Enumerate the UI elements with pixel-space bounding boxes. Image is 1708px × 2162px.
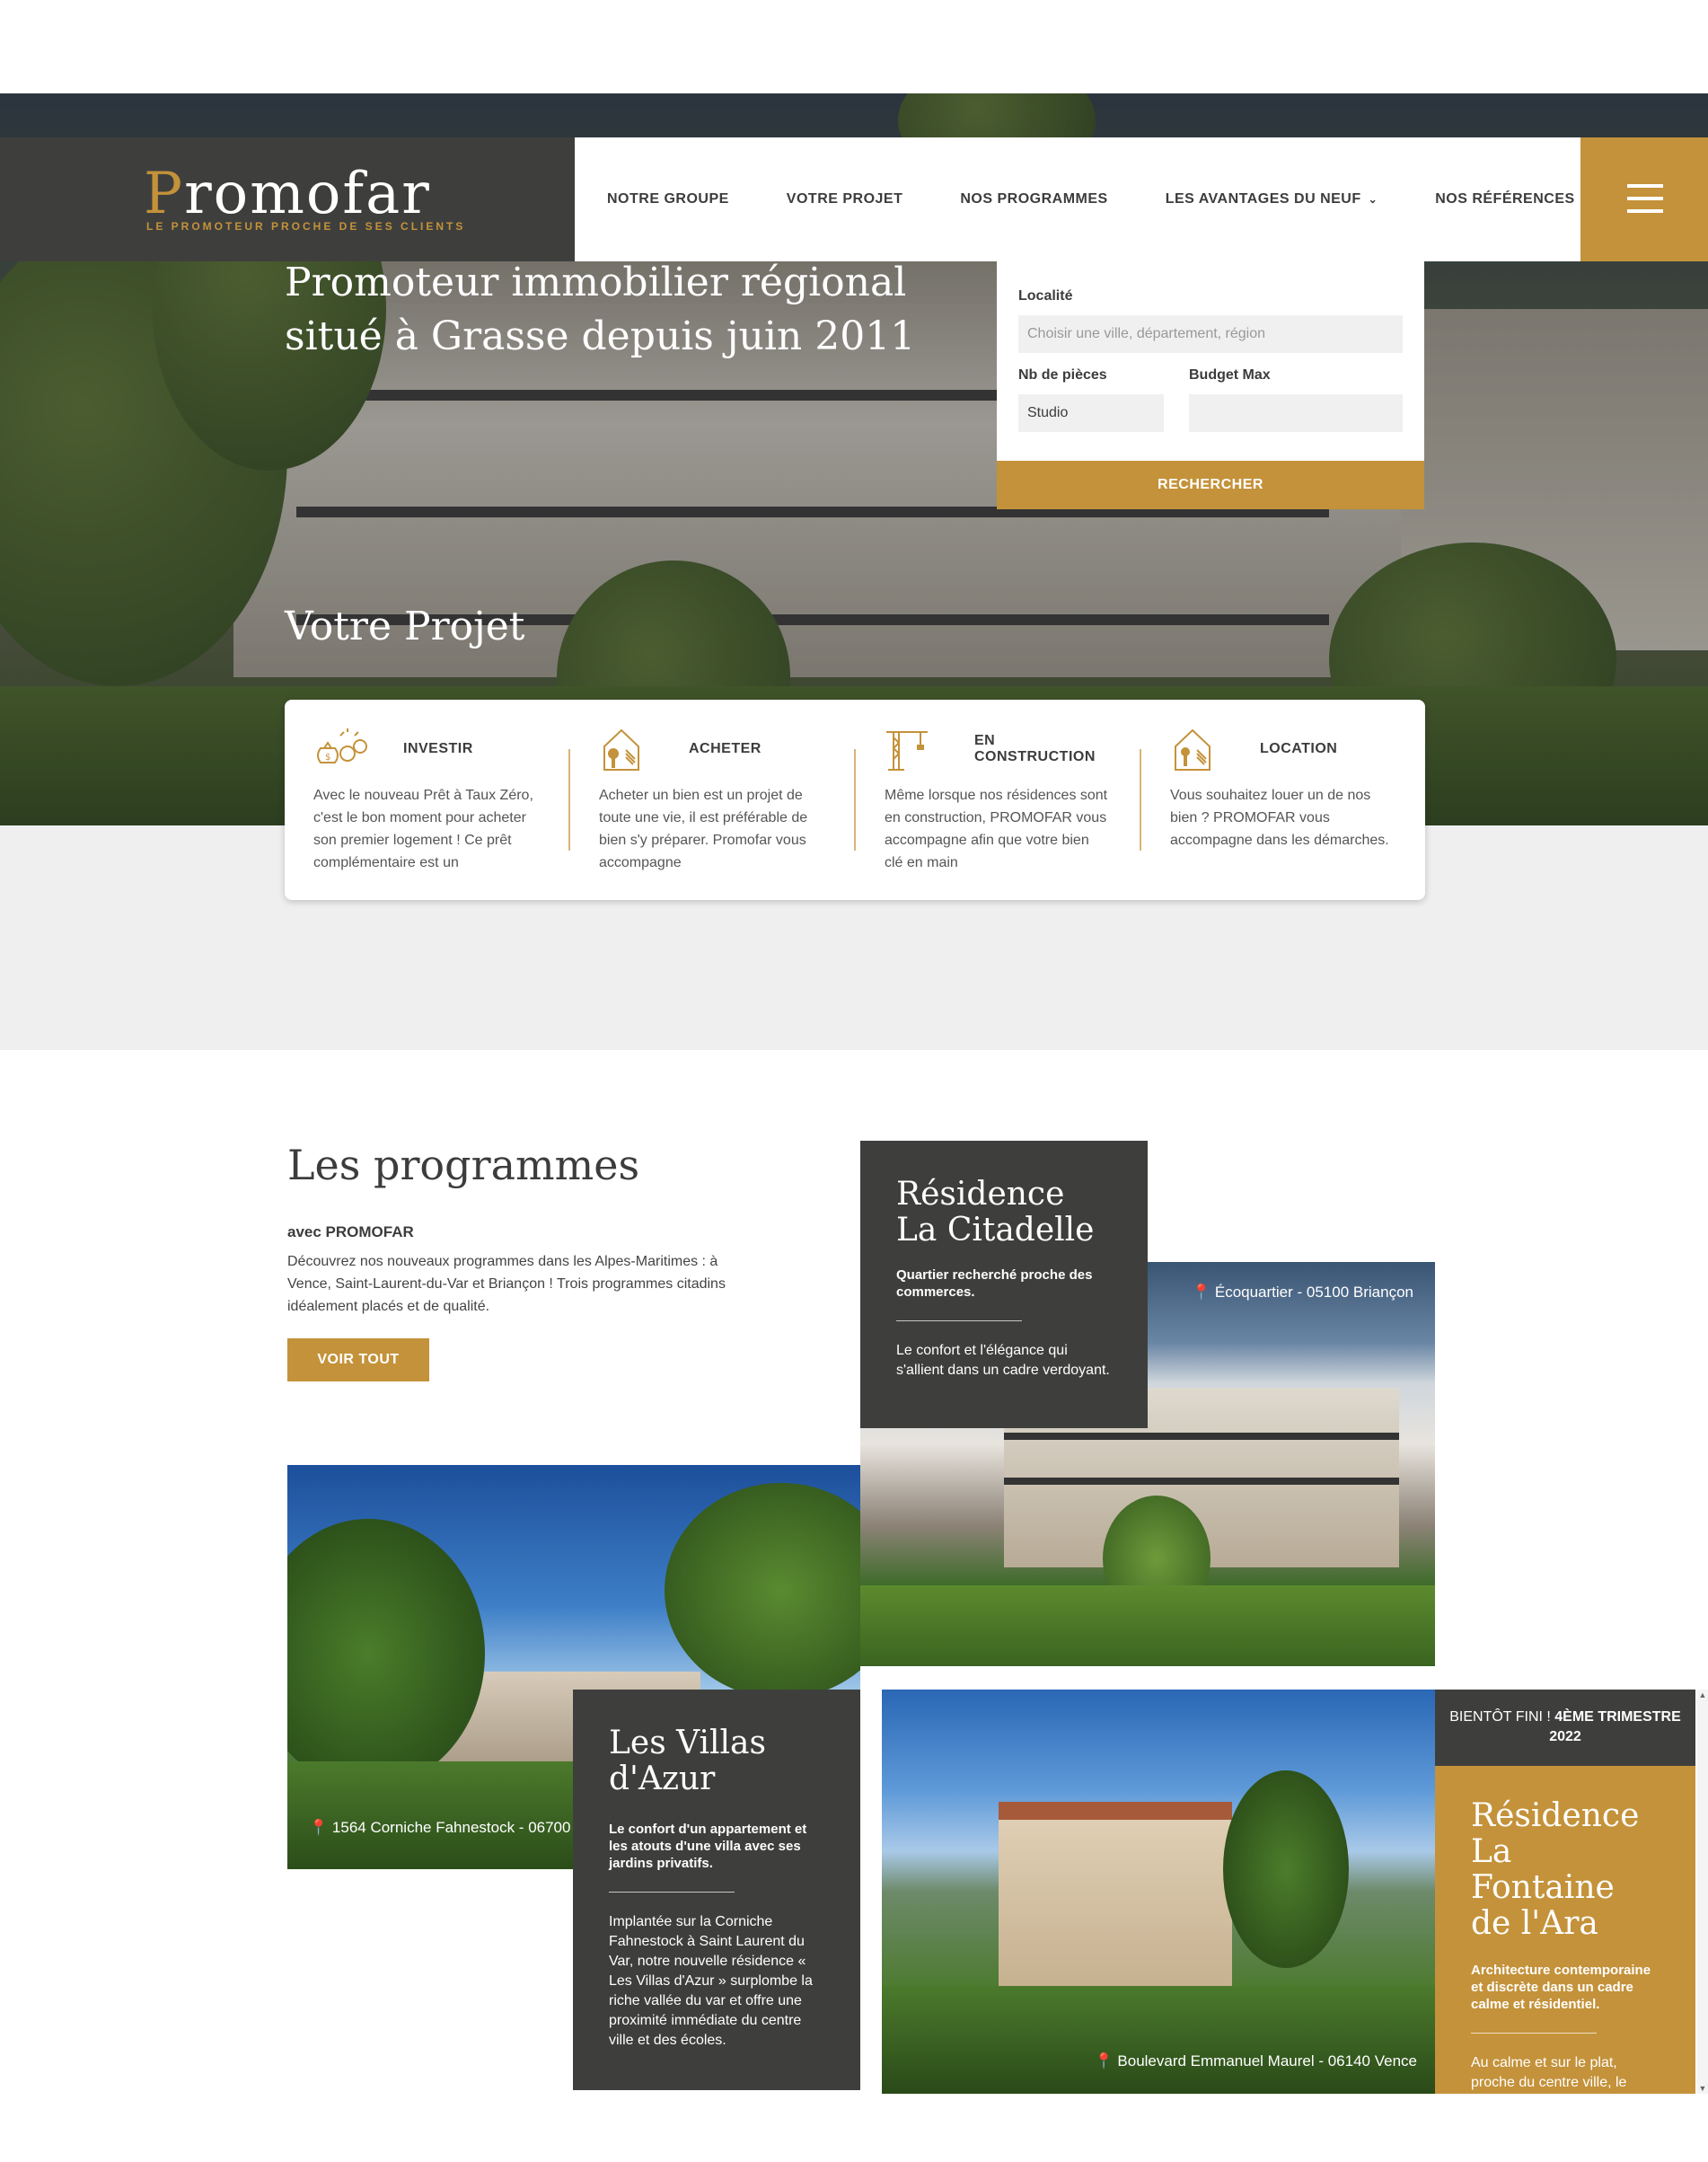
budget-label: Budget Max — [1189, 367, 1271, 383]
card-title-location: LOCATION — [1260, 741, 1338, 756]
card-title-acheter: ACHETER — [689, 741, 762, 756]
hero-title-line2: situé à Grasse depuis juin 2011 — [285, 313, 916, 359]
search-form: Localité Choisir une ville, département,… — [997, 261, 1424, 461]
pin-icon: 📍 — [309, 1819, 329, 1836]
pin-icon: 📍 — [1191, 1284, 1211, 1301]
status-badge: BIENTÔT FINI ! 4ÈME TRIMESTRE 2022 — [1435, 1690, 1695, 1766]
scroll-up-icon[interactable]: ▲ — [1697, 1690, 1708, 1700]
chevron-down-icon: ⌄ — [1368, 193, 1378, 206]
card-title-en-construction: EN CONSTRUCTION — [974, 733, 1096, 764]
programme-description: Le confort et l'élégance qui s'allient d… — [896, 1343, 1110, 1378]
nav-nos-references[interactable]: NOS RÉFÉRENCES — [1435, 191, 1574, 207]
scroll-down-icon[interactable]: ▼ — [1697, 2083, 1708, 2094]
main-nav: NOTRE GROUPE VOTRE PROJET NOS PROGRAMMES… — [575, 137, 1580, 261]
programmes-text: Découvrez nos nouveaux programmes dans l… — [287, 1254, 726, 1314]
card-text-investir: Avec le nouveau Prêt à Taux Zéro, c'est … — [313, 788, 533, 870]
nav-avantages-label: LES AVANTAGES DU NEUF — [1165, 191, 1361, 207]
programme-tagline: Architecture contemporaine et discrète d… — [1471, 1963, 1651, 2012]
hero-title: Promoteur immobilier régional situé à Gr… — [285, 256, 931, 364]
divider — [1471, 2033, 1597, 2034]
voir-tout-button[interactable]: VOIR TOUT — [287, 1338, 429, 1381]
hamburger-menu-button[interactable] — [1580, 137, 1708, 261]
hamburger-icon-line — [1627, 209, 1663, 213]
pieces-select[interactable]: Studio — [1018, 394, 1164, 432]
card-text-acheter: Acheter un bien est un projet de toute u… — [599, 788, 808, 870]
card-title-investir: INVESTIR — [403, 741, 473, 756]
pieces-label: Nb de pièces — [1018, 367, 1107, 383]
house-key-icon — [599, 727, 644, 772]
projet-title: Votre Projet — [285, 604, 525, 649]
programmes-title: Les programmes — [287, 1141, 640, 1189]
house-lock-icon — [1170, 727, 1215, 772]
photo-fontaine-ara[interactable]: 📍 Boulevard Emmanuel Maurel - 06140 Venc… — [882, 1690, 1435, 2094]
hamburger-icon-line — [1627, 197, 1663, 200]
card-acheter[interactable]: ACHETER Acheter un bien est un projet de… — [570, 700, 854, 900]
nav-avantages-du-neuf[interactable]: LES AVANTAGES DU NEUF ⌄ — [1166, 191, 1378, 207]
address-text: 1564 Corniche Fahnestock - 06700 — [331, 1819, 571, 1836]
card-en-construction[interactable]: EN CONSTRUCTION Même lorsque nos résiden… — [856, 700, 1140, 900]
address-citadelle: 📍 Écoquartier - 05100 Briançon — [1192, 1284, 1413, 1302]
svg-text:$: $ — [325, 753, 330, 763]
card-location[interactable]: LOCATION Vous souhaitez louer un de nos … — [1141, 700, 1425, 900]
search-submit-button[interactable]: RECHERCHER — [997, 461, 1424, 509]
card-text-location: Vous souhaitez louer un de nos bien ? PR… — [1170, 788, 1389, 848]
projet-cards: $ INVESTIR Avec le nouveau Prêt à Taux Z… — [285, 700, 1425, 900]
divider — [609, 1892, 735, 1893]
panel-villas-azur[interactable]: Les Villas d'Azur Le confort d'un appart… — [573, 1690, 860, 2090]
programme-tagline: Le confort d'un appartement et les atout… — [609, 1822, 807, 1871]
address-text: Boulevard Emmanuel Maurel - 06140 Vence — [1117, 2052, 1417, 2069]
localite-input[interactable]: Choisir une ville, département, région — [1018, 315, 1403, 353]
panel-scrollbar[interactable] — [1697, 1690, 1708, 2094]
nav-votre-projet[interactable]: VOTRE PROJET — [787, 191, 903, 207]
address-text: Écoquartier - 05100 Briançon — [1214, 1284, 1413, 1301]
localite-label: Localité — [1018, 288, 1073, 304]
nav-nos-programmes[interactable]: NOS PROGRAMMES — [960, 191, 1107, 207]
money-gears-icon: $ — [313, 727, 367, 772]
hero-title-line1: Promoteur immobilier régional — [285, 260, 907, 305]
address-fontaine-ara: 📍 Boulevard Emmanuel Maurel - 06140 Venc… — [1095, 2052, 1418, 2070]
crane-icon — [885, 727, 929, 772]
programme-name: Résidence La Fontaine de l'Ara — [1471, 1797, 1640, 1942]
nav-notre-groupe[interactable]: NOTRE GROUPE — [607, 191, 729, 207]
address-villas-azur: 📍 1564 Corniche Fahnestock - 06700 — [309, 1819, 570, 1837]
programme-description: Implantée sur la Corniche Fahnestock à S… — [609, 1914, 813, 2048]
panel-fontaine-ara[interactable]: Résidence La Fontaine de l'Ara Architect… — [1435, 1766, 1695, 2094]
logo-name: romofar — [184, 161, 431, 227]
hamburger-icon — [1627, 184, 1663, 188]
programme-tagline: Quartier recherché proche des commerces. — [896, 1267, 1093, 1300]
pin-icon: 📍 — [1094, 2052, 1114, 2069]
budget-input[interactable] — [1189, 394, 1403, 432]
panel-citadelle[interactable]: Résidence La Citadelle Quartier recherch… — [860, 1141, 1148, 1428]
badge-text: BIENTÔT FINI ! — [1449, 1709, 1555, 1725]
badge-bold: 4ÈME TRIMESTRE 2022 — [1549, 1709, 1681, 1744]
card-text-en-construction: Même lorsque nos résidences sont en cons… — [885, 788, 1108, 870]
logo[interactable]: Promofar LE PROMOTEUR PROCHE DE SES CLIE… — [0, 137, 575, 261]
programme-name: Les Villas d'Azur — [609, 1725, 766, 1797]
programmes-subtitle: avec PROMOFAR — [287, 1223, 414, 1240]
logo-initial: P — [144, 161, 185, 227]
programme-description: Au calme et sur le plat, proche du centr… — [1471, 2055, 1627, 2090]
divider — [896, 1320, 1022, 1321]
programme-name: Résidence La Citadelle — [896, 1176, 1095, 1249]
card-investir[interactable]: $ INVESTIR Avec le nouveau Prêt à Taux Z… — [285, 700, 568, 900]
logo-tagline: LE PROMOTEUR PROCHE DE SES CLIENTS — [146, 220, 466, 233]
